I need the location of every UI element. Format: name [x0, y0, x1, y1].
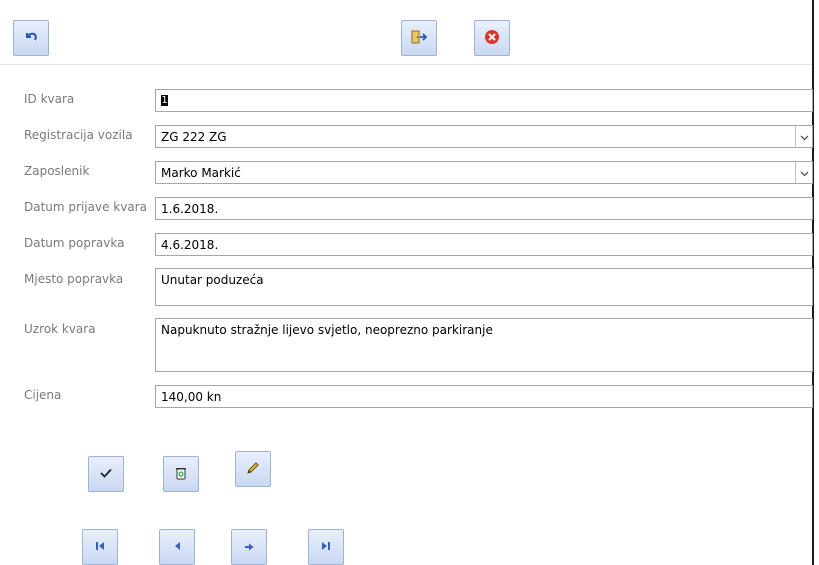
- recycle-bin-icon: [175, 466, 187, 483]
- registration-combobox[interactable]: ZG 222 ZG: [155, 125, 813, 148]
- chevron-down-icon: [800, 130, 809, 144]
- registration-label: Registracija vozila: [24, 128, 133, 142]
- save-button[interactable]: [88, 456, 124, 492]
- last-record-button[interactable]: [308, 529, 344, 565]
- undo-button[interactable]: [13, 20, 49, 56]
- previous-record-icon: [173, 540, 181, 554]
- price-label: Cijena: [24, 388, 62, 402]
- close-button[interactable]: [474, 20, 510, 56]
- previous-record-button[interactable]: [159, 529, 195, 565]
- price-field[interactable]: 140,00 kn: [155, 385, 813, 408]
- report-date-label: Datum prijave kvara: [24, 200, 147, 214]
- repair-place-field[interactable]: Unutar poduzeća: [155, 268, 813, 306]
- price-value: 140,00 kn: [161, 389, 222, 404]
- registration-value: ZG 222 ZG: [161, 129, 227, 144]
- report-date-value: 1.6.2018.: [161, 201, 219, 216]
- cause-label: Uzrok kvara: [24, 322, 96, 336]
- repair-date-value: 4.6.2018.: [161, 237, 219, 252]
- employee-value: Marko Markić: [161, 165, 241, 180]
- repair-date-label: Datum popravka: [24, 236, 125, 250]
- checkmark-icon: [100, 467, 112, 481]
- close-icon: [484, 29, 500, 48]
- id-field[interactable]: 1: [155, 89, 813, 112]
- employee-combobox[interactable]: Marko Markić: [155, 161, 813, 184]
- next-record-button[interactable]: [231, 529, 267, 565]
- first-record-button[interactable]: [82, 529, 118, 565]
- last-record-icon: [321, 540, 331, 554]
- repair-date-field[interactable]: 4.6.2018.: [155, 233, 813, 256]
- first-record-icon: [95, 540, 105, 554]
- repair-place-value: Unutar poduzeća: [161, 273, 264, 287]
- chevron-down-icon: [800, 166, 809, 180]
- cause-field[interactable]: Napuknuto stražnje lijevo svjetlo, neopr…: [155, 318, 813, 372]
- employee-dropdown-button[interactable]: [795, 162, 812, 183]
- repair-place-label: Mjesto popravka: [24, 272, 124, 286]
- cause-value: Napuknuto stražnje lijevo svjetlo, neopr…: [161, 323, 493, 337]
- id-label: ID kvara: [24, 92, 75, 106]
- delete-button[interactable]: [163, 456, 199, 492]
- id-value: 1: [161, 95, 168, 106]
- report-date-field[interactable]: 1.6.2018.: [155, 197, 813, 220]
- next-record-icon: [244, 540, 254, 554]
- employee-label: Zaposlenik: [24, 164, 90, 178]
- exit-button[interactable]: [401, 20, 437, 56]
- exit-door-icon: [410, 29, 428, 48]
- registration-dropdown-button[interactable]: [795, 126, 812, 147]
- edit-button[interactable]: [235, 451, 271, 487]
- undo-icon: [24, 31, 38, 46]
- pencil-icon: [245, 460, 261, 479]
